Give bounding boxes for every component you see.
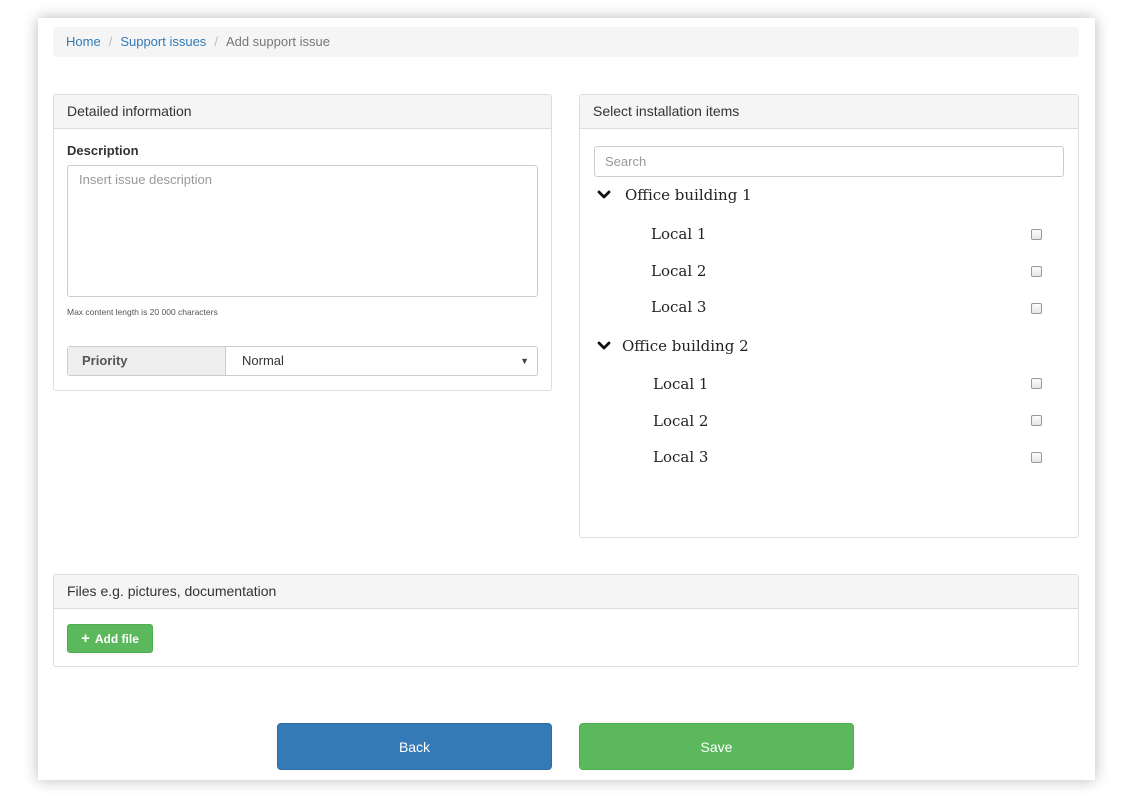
breadcrumb-separator: /	[214, 34, 218, 49]
chevron-down-icon	[597, 341, 611, 350]
detailed-information-panel: Detailed information Description Max con…	[53, 94, 552, 391]
back-button[interactable]: Back	[277, 723, 552, 770]
panel-title: Files e.g. pictures, documentation	[54, 575, 1078, 609]
tree-leaf-label: Local 3	[651, 298, 707, 316]
breadcrumb: Home / Support issues / Add support issue	[53, 27, 1079, 57]
tree-node-office-building-2[interactable]: Office building 2	[597, 334, 749, 358]
back-button-label: Back	[398, 738, 431, 755]
breadcrumb-separator: /	[108, 34, 113, 49]
breadcrumb-support-issues-link[interactable]: Support issues	[120, 34, 206, 49]
panel-title: Detailed information	[54, 95, 551, 129]
priority-selected-value: Normal	[242, 353, 284, 368]
save-button[interactable]: Save	[579, 723, 854, 770]
max-length-hint: Max content length is 20 000 characters	[67, 307, 218, 317]
chevron-down-icon	[597, 190, 611, 199]
add-file-button[interactable]: + Add file	[67, 624, 153, 653]
page-container: Home / Support issues / Add support issue De…	[38, 18, 1095, 780]
tree-node-label: Office building 2	[622, 337, 749, 355]
save-button-label: Save	[700, 738, 733, 755]
checkbox-local-2[interactable]	[1031, 266, 1042, 277]
tree-leaf-label: Local 2	[653, 412, 709, 430]
description-label: Description	[67, 143, 139, 158]
search-input[interactable]	[594, 146, 1064, 177]
plus-icon: +	[81, 630, 90, 647]
tree-leaf-label: Local 1	[653, 375, 709, 393]
breadcrumb-current: Add support issue	[225, 34, 331, 49]
priority-select[interactable]: Normal ▼	[226, 347, 537, 375]
tree-node-label: Office building 1	[625, 186, 752, 204]
description-textarea[interactable]	[67, 165, 538, 297]
checkbox-local-1[interactable]	[1031, 378, 1042, 389]
add-file-label: Add file	[94, 631, 139, 646]
installation-items-panel: Select installation items Office buildin…	[579, 94, 1079, 538]
panel-title: Select installation items	[580, 95, 1078, 129]
checkbox-local-3[interactable]	[1031, 452, 1042, 463]
checkbox-local-1[interactable]	[1031, 229, 1042, 240]
tree-node-office-building-1[interactable]: Office building 1	[597, 183, 752, 207]
tree-leaf-label: Local 2	[651, 262, 707, 280]
files-panel: Files e.g. pictures, documentation + Add…	[53, 574, 1079, 667]
tree-leaf-label: Local 1	[651, 225, 707, 243]
priority-label: Priority	[68, 347, 226, 375]
checkbox-local-3[interactable]	[1031, 303, 1042, 314]
breadcrumb-home-link[interactable]: Home	[66, 34, 101, 49]
priority-input-group: Priority Normal ▼	[67, 346, 538, 376]
checkbox-local-2[interactable]	[1031, 415, 1042, 426]
caret-down-icon: ▼	[520, 356, 529, 366]
tree-leaf-label: Local 3	[653, 448, 709, 466]
